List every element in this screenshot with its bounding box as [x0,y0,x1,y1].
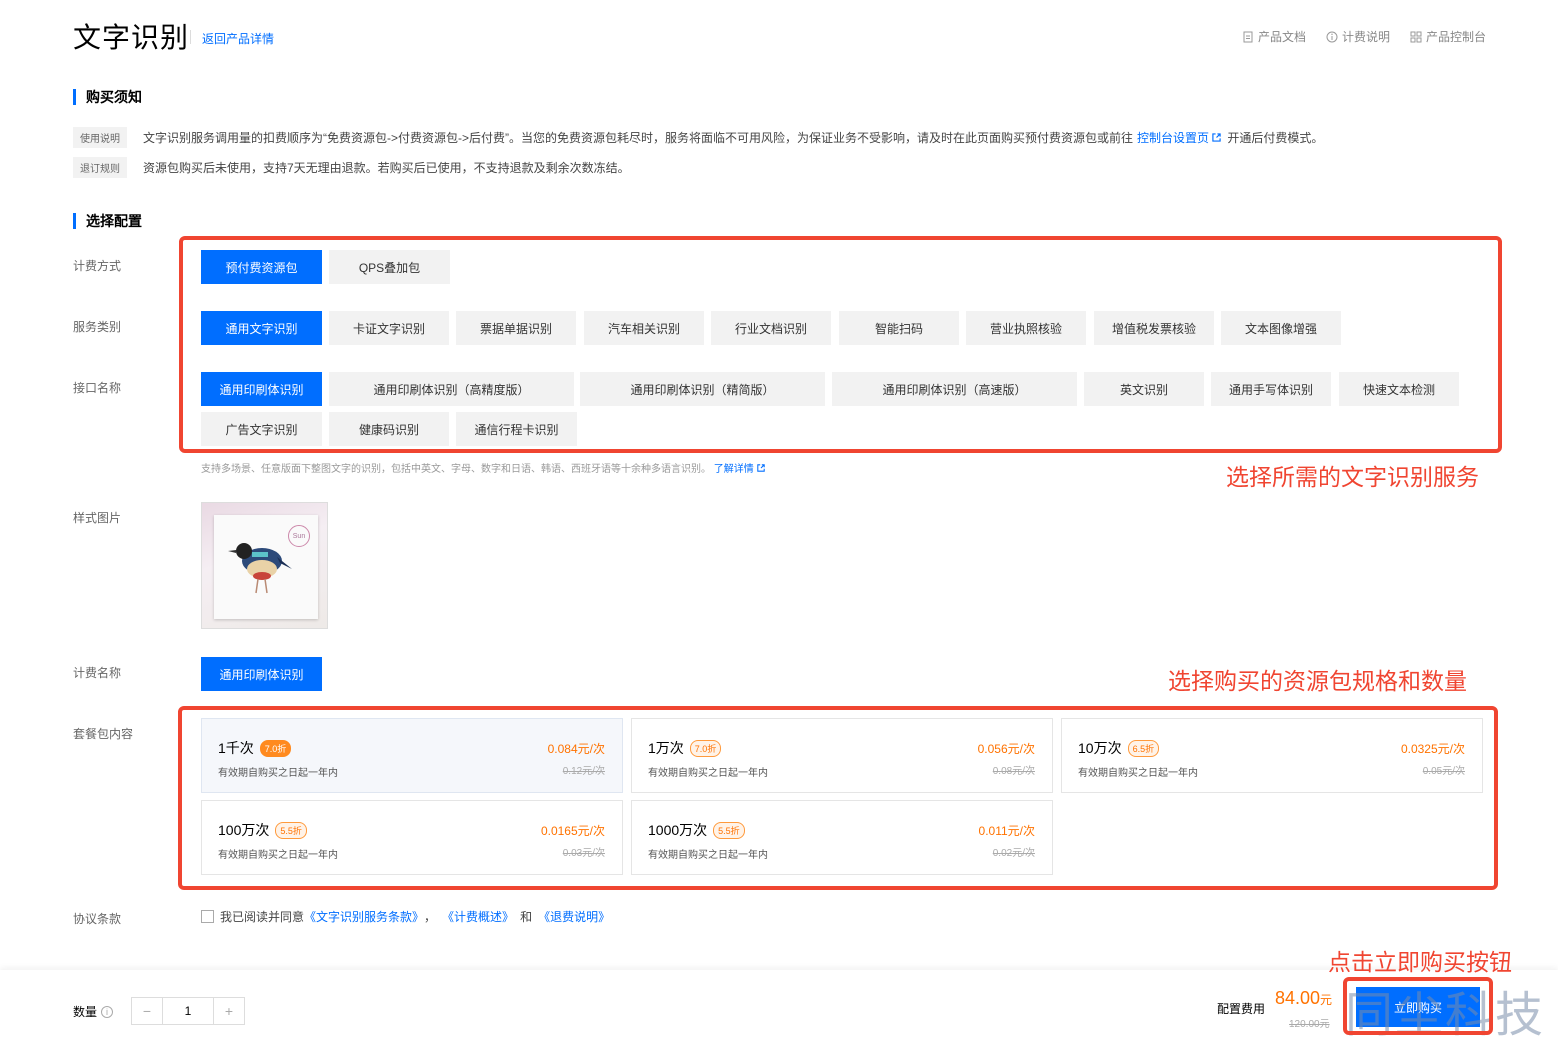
sample-card: Sun [214,515,318,619]
external-link-icon [756,464,765,472]
service-highlight-box [179,236,1502,453]
billing-info-label: 计费说明 [1341,30,1390,44]
product-console-label: 产品控制台 [1425,30,1486,44]
agreement-row: 我已阅读并同意 《文字识别服务条款》 ， 《计费概述》 和 《退费说明》 [201,908,610,925]
api-hint-text: 支持多场景、任意版面下整图文字的识别，包括中英文、字母、数字和日语、韩语、西班牙… [201,464,711,475]
page-title: 文字识别 [73,22,190,53]
quantity-stepper[interactable]: − 1 + [131,997,245,1025]
bird-illustration [228,543,292,594]
package-annotation: 选择购买的资源包规格和数量 [1168,668,1467,694]
service-category-label: 服务类别 [73,320,122,334]
agreement-text: 我已阅读并同意 [220,910,305,924]
package-content-label: 套餐包内容 [73,727,134,741]
refund-text: 资源包购买后未使用，支持7天无理由退款。若购买后已使用，不支持退款及剩余次数冻结… [143,161,630,175]
service-terms-link[interactable]: 《文字识别服务条款》 [304,908,424,925]
console-settings-link-label: 控制台设置页 [1137,131,1210,145]
config-fee-price: 84.00元 [1275,988,1332,1009]
billing-method-label: 计费方式 [73,259,122,273]
console-settings-link[interactable]: 控制台设置页 [1137,129,1222,146]
usage-text: 文字识别服务调用量的扣费顺序为“免费资源包->付费资源包->后付费”。当您的免费… [143,131,1134,145]
billing-overview-link[interactable]: 《计费概述》 [442,908,514,925]
product-docs-link[interactable]: 产品文档 [1242,28,1306,45]
agreement-sep-and: 和 [520,910,533,924]
agreement-label: 协议条款 [73,912,122,926]
quantity-label-text: 数量 [73,1005,98,1019]
package-highlight-box [178,706,1498,890]
service-annotation: 选择所需的文字识别服务 [1226,464,1479,490]
learn-more-link[interactable]: 了解详情 [714,464,765,475]
info-icon [1326,31,1338,42]
api-hint: 支持多场景、任意版面下整图文字的识别，包括中英文、字母、数字和日语、韩语、西班牙… [201,460,765,475]
notice-refund-row: 退订规则 资源包购买后未使用，支持7天无理由退款。若购买后已使用，不支持退款及剩… [73,157,630,178]
refund-policy-link[interactable]: 《退费说明》 [538,908,610,925]
buy-annotation: 点击立即购买按钮 [1328,949,1512,975]
doc-icon [1243,31,1253,42]
title-divider [190,30,191,44]
fee-amount: 84.00 [1275,988,1321,1008]
quantity-input[interactable]: 1 [162,998,214,1024]
agreement-sep-comma: ， [424,910,437,924]
decrement-button[interactable]: − [132,998,162,1024]
notice-heading: 购买须知 [73,89,142,105]
usage-tail: 开通后付费模式。 [1227,131,1324,145]
sample-image[interactable]: Sun [201,502,328,629]
quantity-label: 数量 i [73,1003,114,1020]
info-icon[interactable]: i [101,1005,114,1018]
product-console-link[interactable]: 产品控制台 [1410,28,1486,45]
fee-unit: 元 [1320,993,1333,1007]
billing-info-link[interactable]: 计费说明 [1326,28,1390,45]
refund-tag: 退订规则 [73,157,127,178]
agreement-checkbox[interactable] [201,910,214,923]
grid-icon [1410,31,1422,42]
config-fee-original: 120.00元 [1289,1019,1330,1030]
usage-tag: 使用说明 [73,127,127,148]
config-fee-label: 配置费用 [1217,1002,1266,1016]
increment-button[interactable]: + [214,998,244,1024]
config-heading: 选择配置 [73,213,142,229]
fee-name-label: 计费名称 [73,666,122,680]
external-link-icon [1212,133,1222,142]
back-to-product-link[interactable]: 返回产品详情 [202,30,274,47]
top-links: 产品文档 计费说明 产品控制台 [1242,28,1486,45]
learn-more-label: 了解详情 [713,464,754,475]
fee-name-option[interactable]: 通用印刷体识别 [201,657,322,691]
notice-usage-row: 使用说明 文字识别服务调用量的扣费顺序为“免费资源包->付费资源包->后付费”。… [73,127,1323,148]
sample-image-label: 样式图片 [73,511,122,525]
product-docs-label: 产品文档 [1257,30,1306,44]
api-name-label: 接口名称 [73,381,122,395]
buy-highlight-box [1343,977,1493,1035]
